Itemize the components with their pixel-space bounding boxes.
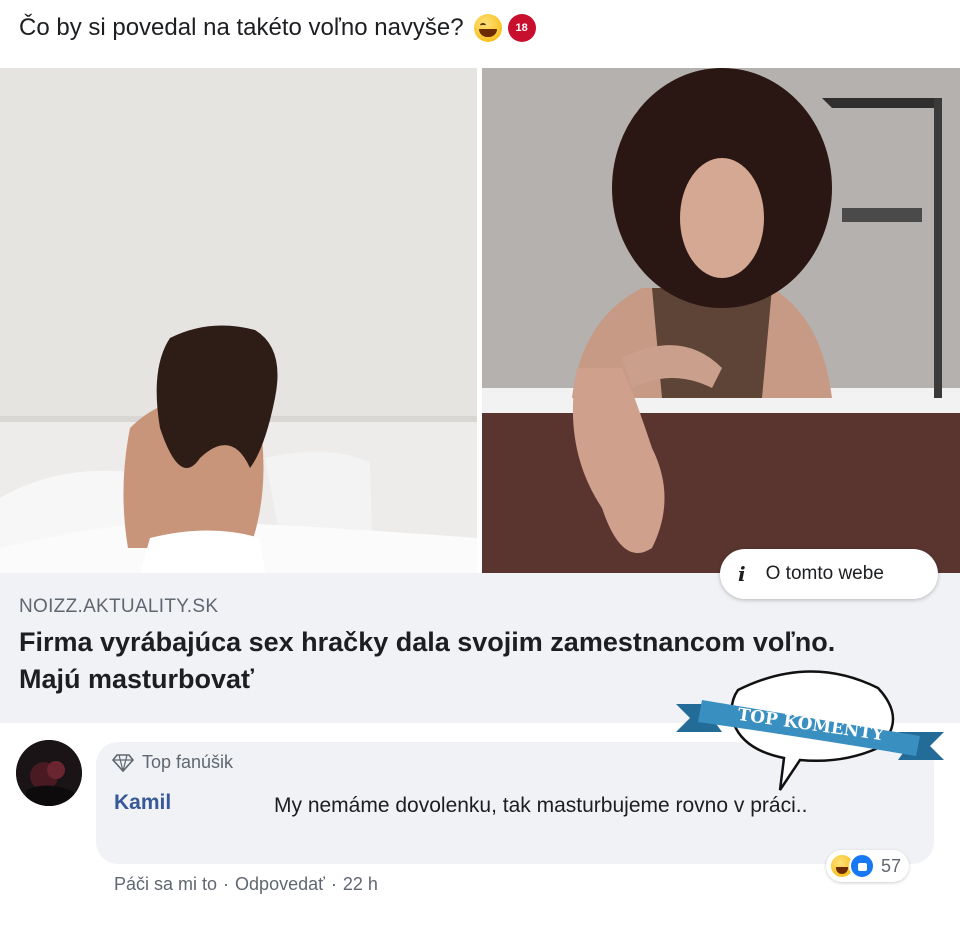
comment-author[interactable]: Kamil xyxy=(114,791,171,815)
info-icon: i xyxy=(738,562,746,586)
diamond-icon xyxy=(112,753,134,772)
about-site-label: O tomto webe xyxy=(765,563,884,584)
post-text: Čo by si povedal na takéto voľno navyše? xyxy=(19,14,464,41)
link-preview-image-left[interactable] xyxy=(0,68,477,573)
woman-in-bathtub-illustration xyxy=(482,68,960,573)
comment-actions: Páči sa mi to · Odpovedať · 22 h xyxy=(114,874,378,895)
top-fan-badge[interactable]: Top fanúšik xyxy=(112,752,233,773)
post-text-row: Čo by si povedal na takéto voľno navyše?… xyxy=(19,14,536,42)
comment-timestamp[interactable]: 22 h xyxy=(343,874,378,895)
top-fan-label: Top fanúšik xyxy=(142,752,234,772)
comment-reactions[interactable]: 57 xyxy=(826,850,910,882)
woman-on-bed-illustration xyxy=(0,68,477,573)
reaction-count: 57 xyxy=(881,855,902,876)
about-site-button[interactable]: i O tomto webe xyxy=(720,549,938,599)
reply-comment-link[interactable]: Odpovedať xyxy=(235,874,325,895)
link-domain: NOIZZ.AKTUALITY.SK xyxy=(19,596,219,617)
avatar-image xyxy=(16,740,82,806)
like-comment-link[interactable]: Páči sa mi to xyxy=(114,874,217,895)
eighteen-plus-icon: 18 xyxy=(507,14,536,42)
action-separator: · xyxy=(330,874,337,894)
top-comments-badge: TOP KOMENTY xyxy=(676,670,944,791)
grinning-face-sweat-icon xyxy=(473,14,502,42)
action-separator: · xyxy=(223,874,230,894)
link-preview-image-right[interactable] xyxy=(482,68,960,573)
avatar[interactable] xyxy=(16,740,82,806)
like-reaction-icon xyxy=(849,853,875,879)
